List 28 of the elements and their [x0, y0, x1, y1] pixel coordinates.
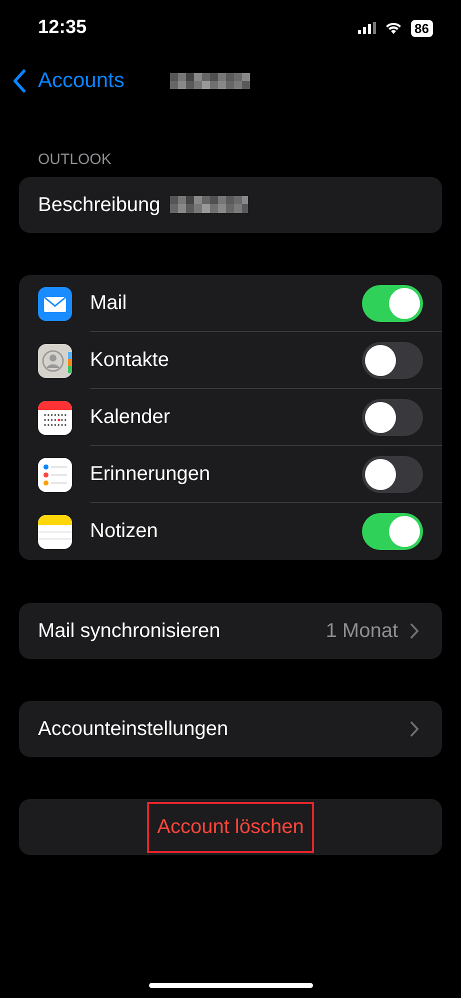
reminders-app-icon: [38, 458, 72, 492]
wifi-icon: [384, 22, 402, 34]
notes-app-icon: [38, 514, 72, 548]
status-time: 12:35: [38, 17, 87, 39]
toggle-switch[interactable]: [362, 398, 423, 436]
toggle-switch[interactable]: [362, 284, 423, 322]
chevron-left-icon: [12, 69, 26, 93]
section-header: OUTLOOK: [38, 151, 112, 168]
service-label: Erinnerungen: [90, 462, 210, 486]
contacts-app-icon: [38, 344, 72, 378]
service-label: Kalender: [90, 406, 170, 428]
chevron-right-icon: [410, 721, 419, 737]
service-label: Mail: [90, 292, 127, 314]
account-settings-row[interactable]: Accounteinstellungen: [19, 701, 442, 757]
calendar-app-icon: [38, 400, 72, 434]
toggle-switch[interactable]: [362, 342, 423, 378]
delete-account-button[interactable]: Account löschen: [147, 802, 314, 852]
mail-app-icon: [38, 286, 72, 320]
service-label: Notizen: [90, 520, 158, 543]
toggle-switch[interactable]: [362, 513, 423, 550]
description-row[interactable]: Beschreibung: [19, 177, 442, 233]
service-label: Kontakte: [90, 348, 169, 372]
back-button[interactable]: Accounts: [12, 69, 124, 93]
sync-row[interactable]: Mail synchronisieren 1 Monat: [19, 603, 442, 659]
battery-level: 86: [410, 20, 433, 36]
toggle-switch[interactable]: [362, 456, 423, 492]
chevron-right-icon: [410, 623, 419, 639]
signal-icon: [358, 22, 376, 34]
